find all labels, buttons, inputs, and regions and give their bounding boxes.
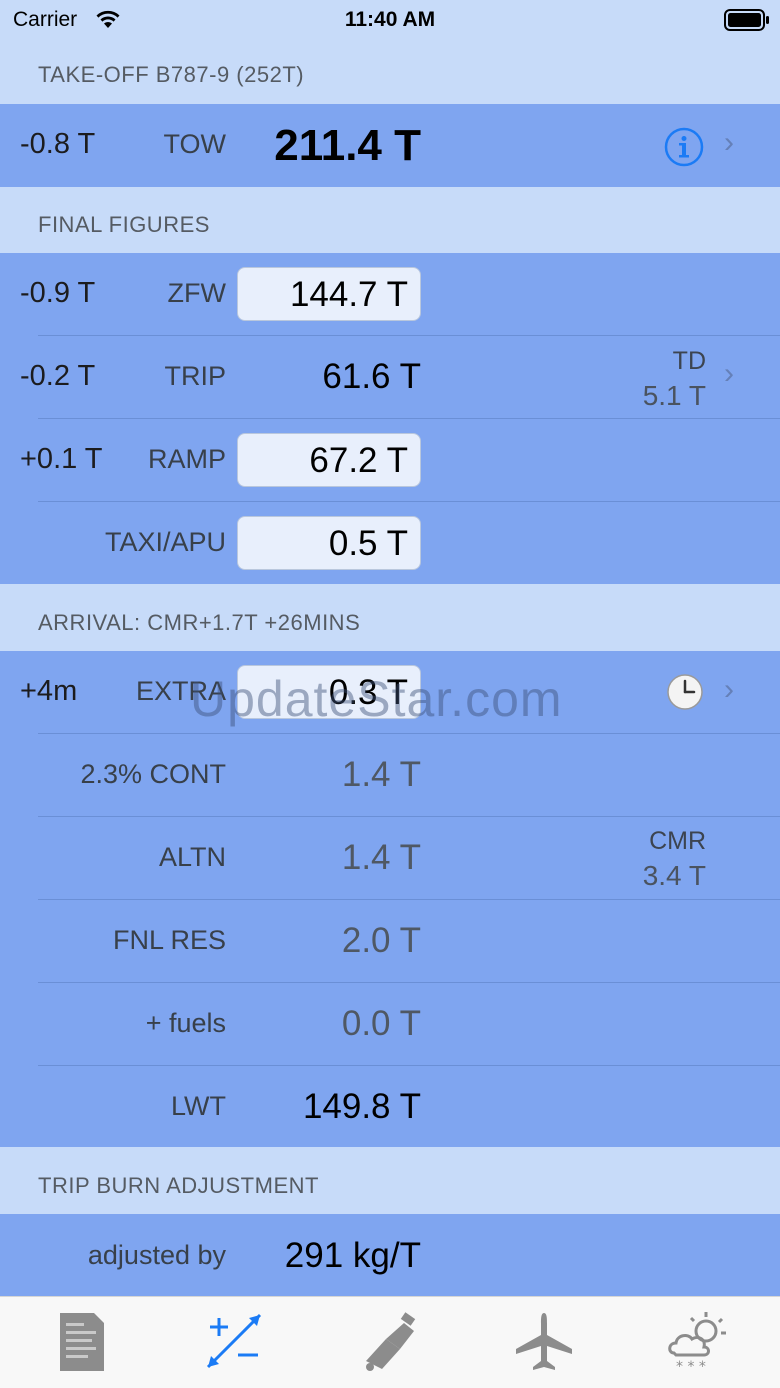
clock-icon[interactable] <box>666 673 704 716</box>
chevron-right-icon[interactable]: › <box>724 673 734 707</box>
td-label: TD <box>672 347 706 375</box>
final-figures-header-text: FINAL FIGURES <box>38 212 210 237</box>
chevron-right-icon[interactable]: › <box>724 357 734 391</box>
svg-text:* * *: * * * <box>676 1359 706 1373</box>
divider <box>38 501 780 502</box>
divider <box>38 982 780 983</box>
tab-bar: * * * <box>0 1296 780 1388</box>
cmr-label: CMR <box>649 827 706 855</box>
adjusted-by-label: adjusted by <box>87 1240 226 1270</box>
trip-burn-header: TRIP BURN ADJUSTMENT <box>0 1173 780 1213</box>
tab-document[interactable] <box>50 1309 114 1373</box>
lwt-label: LWT <box>171 1091 226 1121</box>
cont-value: 1.4 T <box>341 755 421 794</box>
altn-label: ALTN <box>158 842 226 872</box>
fuels-value: 0.0 T <box>341 1004 421 1043</box>
tow-row[interactable]: -0.8 T TOW 211.4 T › <box>0 104 780 187</box>
zfw-label: ZFW <box>167 278 226 308</box>
cmr-value: 3.4 T <box>642 860 706 891</box>
divider <box>38 816 780 817</box>
tab-weather[interactable]: * * * <box>664 1309 728 1375</box>
fnl-res-value: 2.0 T <box>341 921 421 960</box>
taxi-label: TAXI/APU <box>104 527 226 557</box>
clock-time: 11:40 AM <box>344 8 436 31</box>
altn-value: 1.4 T <box>341 838 421 877</box>
divider <box>38 899 780 900</box>
tab-aircraft[interactable] <box>512 1309 576 1373</box>
zfw-input[interactable]: 144.7 T <box>237 267 421 321</box>
final-figures-header: FINAL FIGURES <box>0 212 780 252</box>
ramp-label: RAMP <box>147 444 226 474</box>
tow-value: 211.4 T <box>274 121 421 170</box>
battery-icon <box>724 9 770 36</box>
tab-calculator[interactable] <box>202 1309 266 1373</box>
cont-label: 2.3% CONT <box>80 759 226 789</box>
takeoff-header: TAKE-OFF B787-9 (252T) <box>0 62 780 102</box>
fuel-nozzle-icon <box>366 1312 416 1371</box>
zfw-delta: -0.9 T <box>20 277 96 309</box>
tab-fuel[interactable] <box>356 1309 420 1373</box>
adjusted-by-value: 291 kg/T <box>284 1236 421 1275</box>
trip-value: 61.6 T <box>322 357 421 396</box>
plus-minus-icon <box>206 1313 262 1369</box>
fnl-res-label: FNL RES <box>112 925 226 955</box>
taxi-input[interactable]: 0.5 T <box>237 516 421 570</box>
divider <box>38 1065 780 1066</box>
ramp-delta: +0.1 T <box>20 443 103 475</box>
ramp-input[interactable]: 67.2 T <box>237 433 421 487</box>
airplane-icon <box>516 1313 572 1370</box>
info-icon[interactable] <box>664 127 704 172</box>
document-icon <box>60 1313 104 1371</box>
weather-icon: * * * <box>668 1312 726 1375</box>
divider <box>38 733 780 734</box>
trip-delta: -0.2 T <box>20 360 96 392</box>
final-figures-block: -0.9 T ZFW 144.7 T -0.2 T TRIP 61.6 T TD… <box>0 253 780 584</box>
arrival-header: ARRIVAL: CMR+1.7T +26MINS <box>0 610 780 650</box>
trip-burn-row[interactable]: adjusted by 291 kg/T <box>0 1214 780 1296</box>
lwt-value: 149.8 T <box>302 1087 421 1126</box>
divider <box>38 335 780 336</box>
trip-burn-header-text: TRIP BURN ADJUSTMENT <box>38 1173 319 1198</box>
takeoff-header-text: TAKE-OFF B787-9 (252T) <box>38 62 305 87</box>
extra-delta: +4m <box>20 675 78 707</box>
status-bar: Carrier 11:40 AM <box>0 0 780 44</box>
tow-delta: -0.8 T <box>20 128 96 160</box>
trip-label: TRIP <box>164 361 226 391</box>
chevron-right-icon[interactable]: › <box>724 126 734 160</box>
fuels-label: + fuels <box>145 1008 226 1038</box>
watermark: UpdateStar.com <box>190 671 563 727</box>
td-value: 5.1 T <box>642 380 706 411</box>
tow-label: TOW <box>163 129 227 159</box>
arrival-header-text: ARRIVAL: CMR+1.7T +26MINS <box>38 610 361 635</box>
divider <box>38 418 780 419</box>
